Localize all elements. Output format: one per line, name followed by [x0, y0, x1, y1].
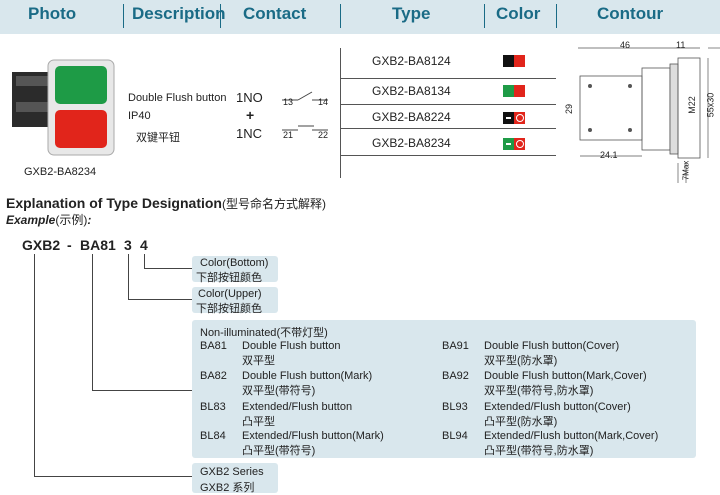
- list-item-cn: 凸平型(防水罩): [484, 416, 558, 428]
- photo-caption: GXB2-BA8234: [24, 166, 97, 178]
- description-line: 双键平钮: [136, 132, 180, 144]
- list-item-en: Double Flush button(Mark): [242, 370, 373, 382]
- color-swatch: [503, 55, 525, 67]
- list-item-code: BA91: [442, 340, 469, 352]
- connector-line: [34, 254, 35, 476]
- series-label-cn: GXB2 系列: [200, 482, 255, 494]
- contact-no: 1NO: [236, 90, 263, 105]
- row-divider: [340, 155, 556, 156]
- type-divider: [340, 48, 341, 178]
- list-item-cn: 凸平型: [242, 416, 275, 428]
- list-item-en: Double Flush button(Mark,Cover): [484, 370, 647, 382]
- list-item-code: BA81: [200, 340, 227, 352]
- code-ba: BA81: [80, 237, 116, 253]
- connector-line: [128, 299, 192, 300]
- color-bottom-box: Color(Bottom) 下部按钮颜色: [192, 256, 278, 284]
- description-line: IP40: [128, 110, 151, 122]
- nonillum-label: Non-illuminated(不带灯型): [200, 327, 328, 339]
- type-code: GXB2-BA8234: [372, 136, 451, 150]
- list-item-en: Double Flush button(Cover): [484, 340, 620, 352]
- color-bottom-label-cn: 下部按钮颜色: [196, 272, 262, 284]
- series-label: GXB2 Series: [200, 466, 264, 478]
- row-divider: [340, 78, 556, 79]
- description-line: Double Flush button: [128, 92, 227, 104]
- list-item-code: BL93: [442, 401, 468, 413]
- table-header: Photo Description Contact Type Color Con…: [0, 0, 720, 34]
- list-item-code: BA82: [200, 370, 227, 382]
- example-label: Example(示例):: [6, 213, 92, 227]
- connector-line: [92, 390, 192, 391]
- code-upper: 3: [124, 237, 132, 253]
- dimension-label: 29: [564, 103, 575, 115]
- row-divider: [340, 104, 556, 105]
- list-item-code: BL94: [442, 430, 468, 442]
- header-divider: [556, 4, 557, 28]
- list-item-cn: 双平型(带符号): [242, 385, 316, 397]
- list-item-code: BA92: [442, 370, 469, 382]
- dimension-label: 46: [620, 40, 631, 50]
- list-item-en: Extended/Flush button(Mark,Cover): [484, 430, 659, 442]
- connector-line: [144, 268, 192, 269]
- list-item-cn: 凸平型(带符号,防水罩): [484, 445, 594, 457]
- color-bottom-label: Color(Bottom): [200, 257, 269, 269]
- header-divider: [123, 4, 124, 28]
- dimension-label: 7Max: [681, 160, 691, 181]
- header-photo: Photo: [28, 4, 77, 23]
- type-code: GXB2-BA8124: [372, 54, 451, 68]
- row-divider: [340, 128, 556, 129]
- color-swatch: [503, 138, 525, 150]
- list-item-cn: 双平型(带符号,防水罩): [484, 385, 594, 397]
- terminal-label: 13: [283, 97, 294, 107]
- dimension-label: 11: [676, 40, 686, 50]
- list-item-en: Double Flush button: [242, 340, 341, 352]
- series-box: GXB2 Series GXB2 系列: [192, 463, 278, 494]
- type-code: GXB2-BA8224: [372, 110, 451, 124]
- header-color: Color: [496, 4, 541, 23]
- header-divider: [484, 4, 485, 28]
- connector-line: [144, 254, 145, 268]
- list-item-cn: 凸平型(带符号): [242, 445, 316, 457]
- header-divider: [340, 4, 341, 28]
- connector-line: [34, 476, 192, 477]
- connector-line: [92, 254, 93, 390]
- header-type: Type: [392, 4, 431, 23]
- color-upper-label-cn: 下部按钮颜色: [196, 303, 262, 315]
- header-description: Description: [132, 4, 226, 23]
- dimension-label: 24.1: [600, 150, 618, 160]
- code-series: GXB2: [22, 237, 61, 253]
- color-upper-label: Color(Upper): [198, 288, 262, 300]
- terminal-label: 21: [283, 130, 294, 140]
- product-photo: [12, 59, 115, 156]
- dimension-label: M22: [686, 96, 697, 114]
- list-item-cn: 双平型: [242, 355, 275, 367]
- explanation-title: Explanation of Type Designation(型号命名方式解释…: [6, 195, 326, 211]
- contact-plus: +: [246, 107, 255, 123]
- list-item-cn: 双平型(防水罩): [484, 355, 558, 367]
- type-code: GXB2-BA8134: [372, 84, 451, 98]
- list-item-en: Extended/Flush button(Cover): [484, 401, 631, 413]
- code-bottom: 4: [140, 237, 148, 253]
- header-divider: [220, 4, 221, 28]
- color-upper-box: Color(Upper) 下部按钮颜色: [192, 287, 278, 315]
- type-list-box: Non-illuminated(不带灯型) BA81 Double Flush …: [192, 320, 696, 458]
- header-contact: Contact: [243, 4, 307, 23]
- color-swatch: [503, 112, 525, 124]
- connector-line: [128, 254, 129, 299]
- list-item-code: BL84: [200, 430, 226, 442]
- terminal-label: 14: [318, 97, 329, 107]
- code-dash: -: [67, 237, 72, 253]
- contact-nc: 1NC: [236, 126, 263, 141]
- dimension-label: 55x30: [705, 92, 716, 118]
- header-contour: Contour: [597, 4, 664, 23]
- list-item-en: Extended/Flush button: [242, 401, 353, 413]
- list-item-en: Extended/Flush button(Mark): [242, 430, 384, 442]
- terminal-label: 22: [318, 130, 329, 140]
- list-item-code: BL83: [200, 401, 226, 413]
- color-swatch: [503, 85, 525, 97]
